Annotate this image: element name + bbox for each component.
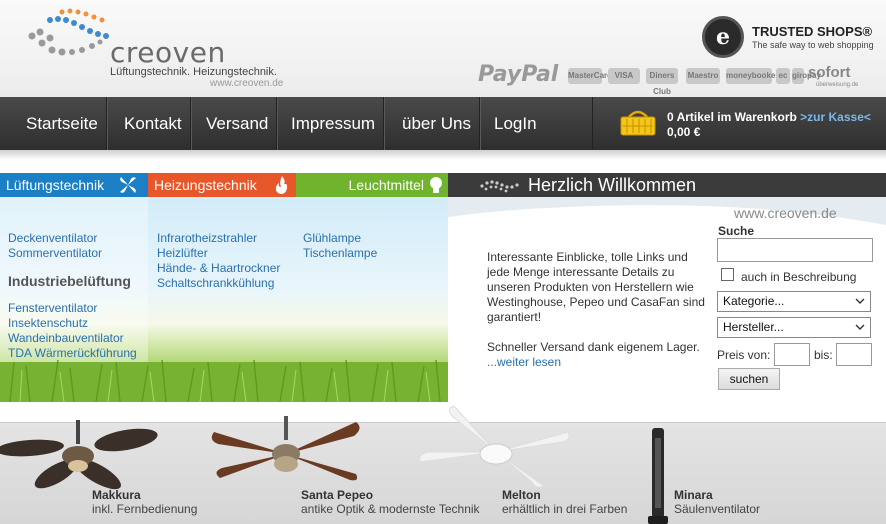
nav-item-versand[interactable]: Versand — [198, 97, 278, 150]
intro-paragraph-2-text: Schneller Versand dank eigenem Lager. — [487, 340, 700, 354]
giropay-logo: giropay — [792, 68, 821, 84]
search-button[interactable]: suchen — [718, 368, 780, 390]
nav-item-ueber-uns[interactable]: über Uns — [394, 97, 480, 150]
cart-total: 0,00 € — [667, 125, 701, 139]
in-description-label: auch in Beschreibung — [741, 270, 857, 284]
nav-item-impressum[interactable]: Impressum — [283, 97, 385, 150]
product-name-minara[interactable]: Minara — [674, 488, 713, 502]
product-desc-santa-pepeo: antike Optik & modernste Technik — [301, 502, 480, 516]
logo-url: www.creoven.de — [210, 78, 284, 89]
welcome-intro: Interessante Einblicke, tolle Links und … — [487, 250, 712, 385]
welcome-title: Herzlich Willkommen — [528, 175, 697, 195]
paypal-logo: PayPal — [478, 62, 559, 87]
diners-logo: Diners Club — [646, 68, 678, 96]
intro-paragraph-2: Schneller Versand dank eigenem Lager. ..… — [487, 340, 712, 370]
cart-count-text: 0 Artikel im Warenkorb — [667, 110, 797, 124]
product-name-santa-pepeo[interactable]: Santa Pepeo — [301, 488, 373, 502]
nav-item-kontakt[interactable]: Kontakt — [116, 97, 191, 150]
minara-tower-fan-image[interactable] — [646, 428, 670, 524]
nav-item-startseite[interactable]: Startseite — [18, 97, 107, 150]
payment-logos: PayPal MasterCard VISA Diners Club Maest… — [478, 62, 878, 96]
product-desc-melton: erhältlich in drei Farben — [502, 502, 628, 516]
cart-area: 0 Artikel im Warenkorb >zur Kasse< 0,00 … — [592, 97, 886, 150]
moneybookers-logo: moneybookers — [726, 68, 783, 84]
category-select[interactable]: Kategorie... — [717, 291, 871, 312]
chevron-down-icon — [855, 298, 865, 304]
tab-leuchtmittel[interactable]: Leuchtmittel — [296, 173, 448, 197]
header: creoven Lüftungstechnik. Heizungstechnik… — [0, 0, 886, 97]
nav-shadow — [0, 150, 886, 160]
tab-leuchtmittel-label: Leuchtmittel — [348, 177, 424, 193]
trusted-shops-seal-icon: e — [702, 16, 744, 58]
sofort-sub: überweisung.de — [816, 82, 859, 88]
category-select-value: Kategorie... — [723, 294, 785, 308]
product-name-makkura[interactable]: Makkura — [92, 488, 141, 502]
category-link-gluehlampe[interactable]: Glühlampe — [303, 231, 361, 245]
welcome-bar: Herzlich Willkommen — [448, 173, 886, 197]
ec-logo: ec — [776, 68, 790, 84]
manufacturer-select[interactable]: Hersteller... — [717, 317, 871, 338]
category-link-haartrockner[interactable]: Hände- & Haartrockner — [157, 261, 280, 275]
shopping-basket-icon[interactable] — [619, 109, 657, 137]
read-more-link[interactable]: ...weiter lesen — [487, 355, 561, 369]
fan-icon — [120, 177, 136, 193]
tab-heizungstechnik[interactable]: Heizungstechnik — [148, 173, 296, 197]
category-link-tischenlampe[interactable]: Tischenlampe — [303, 246, 377, 260]
category-link-deckenventilator[interactable]: Deckenventilator — [8, 231, 97, 245]
product-desc-makkura: inkl. Fernbedienung — [92, 502, 198, 516]
trusted-shops-title: TRUSTED SHOPS® — [752, 24, 873, 39]
category-heading-industriebelueftung[interactable]: Industriebelüftung — [8, 273, 131, 289]
category-link-tda-waermerueckfuehrung[interactable]: TDA Wärmerückführung — [8, 346, 137, 360]
tab-heizungstechnik-label: Heizungstechnik — [154, 177, 257, 193]
sofort-logo: sofort — [808, 64, 851, 81]
category-link-fensterventilator[interactable]: Fensterventilator — [8, 301, 97, 315]
logo-tagline: Lüftungstechnik. Heizungstechnik. — [110, 66, 277, 78]
welcome-url: www.creoven.de — [734, 205, 837, 221]
trusted-shops-subtitle: The safe way to web shopping — [752, 40, 874, 50]
price-to-label: bis: — [814, 348, 833, 362]
tab-lueftungstechnik-label: Lüftungstechnik — [6, 177, 105, 193]
mastercard-logo: MasterCard — [568, 68, 612, 84]
product-name-melton[interactable]: Melton — [502, 488, 541, 502]
flame-icon — [275, 176, 288, 194]
category-link-insektenschutz[interactable]: Insektenschutz — [8, 316, 88, 330]
tab-lueftungstechnik[interactable]: Lüftungstechnik — [0, 173, 148, 197]
category-panel: Deckenventilator Sommerventilator Indust… — [0, 197, 448, 402]
in-description-checkbox[interactable] — [721, 268, 734, 281]
santa-pepeo-fan-image[interactable] — [206, 414, 366, 494]
category-link-infrarotheizstrahler[interactable]: Infrarotheizstrahler — [157, 231, 257, 245]
visa-logo: VISA — [608, 68, 640, 84]
page: creoven Lüftungstechnik. Heizungstechnik… — [0, 0, 886, 524]
dots-swoosh-icon — [480, 180, 519, 193]
trusted-shops-badge[interactable]: e TRUSTED SHOPS® The safe way to web sho… — [702, 16, 882, 58]
melton-fan-image[interactable] — [416, 402, 576, 488]
nav-item-login[interactable]: LogIn — [486, 97, 545, 150]
main-nav: Startseite Kontakt Versand Impressum übe… — [0, 97, 886, 150]
intro-paragraph-1: Interessante Einblicke, tolle Links und … — [487, 250, 705, 324]
category-link-wandeinbauventilator[interactable]: Wandeinbauventilator — [8, 331, 124, 345]
price-from-label: Preis von: — [717, 348, 771, 362]
category-link-sommerventilator[interactable]: Sommerventilator — [8, 246, 102, 260]
product-desc-minara: Säulenventilator — [674, 502, 761, 516]
category-link-heizluefter[interactable]: Heizlüfter — [157, 246, 208, 260]
lightbulb-icon — [430, 177, 442, 193]
price-to-input[interactable] — [836, 343, 872, 366]
search-input[interactable] — [717, 238, 873, 262]
chevron-down-icon — [855, 324, 865, 330]
category-link-schaltschrankkuehlung[interactable]: Schaltschrankkühlung — [157, 276, 274, 290]
checkout-link[interactable]: >zur Kasse< — [800, 110, 871, 124]
maestro-logo: Maestro — [686, 68, 720, 84]
manufacturer-select-value: Hersteller... — [723, 320, 784, 334]
logo-name[interactable]: creoven — [110, 36, 226, 69]
price-from-input[interactable] — [774, 343, 810, 366]
search-label: Suche — [718, 224, 755, 238]
cart-summary: 0 Artikel im Warenkorb >zur Kasse< — [667, 110, 871, 124]
